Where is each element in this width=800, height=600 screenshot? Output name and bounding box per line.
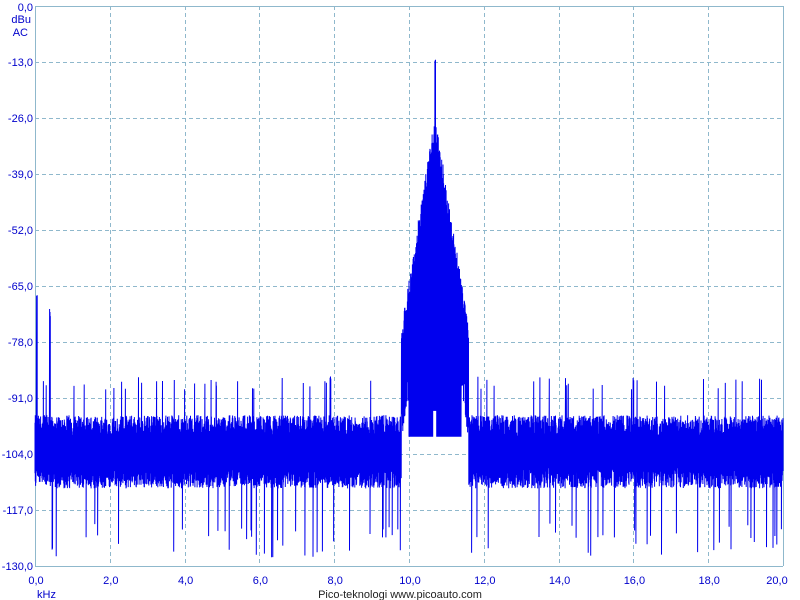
x-axis-unit-label: kHz — [37, 589, 56, 600]
x-tick-label: 0,0 — [28, 575, 43, 587]
x-tick-label: 4,0 — [178, 575, 193, 587]
y-tick-label: -52,0 — [8, 225, 33, 237]
y-tick-label: -13,0 — [8, 57, 33, 69]
y-tick-labels: 0,0 -13,0 -26,0 -39,0 -52,0 -65,0 -78,0 -91,0 -1… — [2, 2, 33, 573]
x-tick-label: 16,0 — [624, 575, 645, 587]
y-tick-label: 0,0 — [18, 2, 33, 14]
y-axis-coupling-label: AC — [13, 27, 28, 39]
y-tick-label: -65,0 — [8, 281, 33, 293]
y-tick-label: -39,0 — [8, 169, 33, 181]
x-tick-label: 2,0 — [103, 575, 118, 587]
y-tick-label: -26,0 — [8, 113, 33, 125]
y-axis-unit-label: dBu — [11, 14, 31, 26]
x-tick-label: 20,0 — [766, 575, 787, 587]
y-tick-label: -91,0 — [8, 393, 33, 405]
x-tick-label: 6,0 — [253, 575, 268, 587]
x-tick-label: 14,0 — [549, 575, 570, 587]
y-tick-label: -117,0 — [3, 505, 33, 517]
x-tick-labels: 0,0 2,0 4,0 6,0 8,0 10,0 12,0 14,0 16,0 18,0 20,0 — [28, 575, 787, 587]
x-tick-label: 8,0 — [328, 575, 343, 587]
y-tick-label: -130,0 — [2, 561, 33, 573]
y-tick-label: -78,0 — [8, 337, 33, 349]
footer-credit: Pico-teknologi www.picoauto.com — [318, 589, 482, 600]
carrier-notch — [433, 410, 437, 450]
y-tick-label: -104,0 — [2, 449, 33, 461]
x-tick-label: 10,0 — [399, 575, 420, 587]
x-tick-label: 18,0 — [698, 575, 719, 587]
x-tick-label: 12,0 — [474, 575, 495, 587]
spectrum-plot: 0,0 -13,0 -26,0 -39,0 -52,0 -65,0 -78,0 -91,0 -1… — [2, 2, 788, 600]
